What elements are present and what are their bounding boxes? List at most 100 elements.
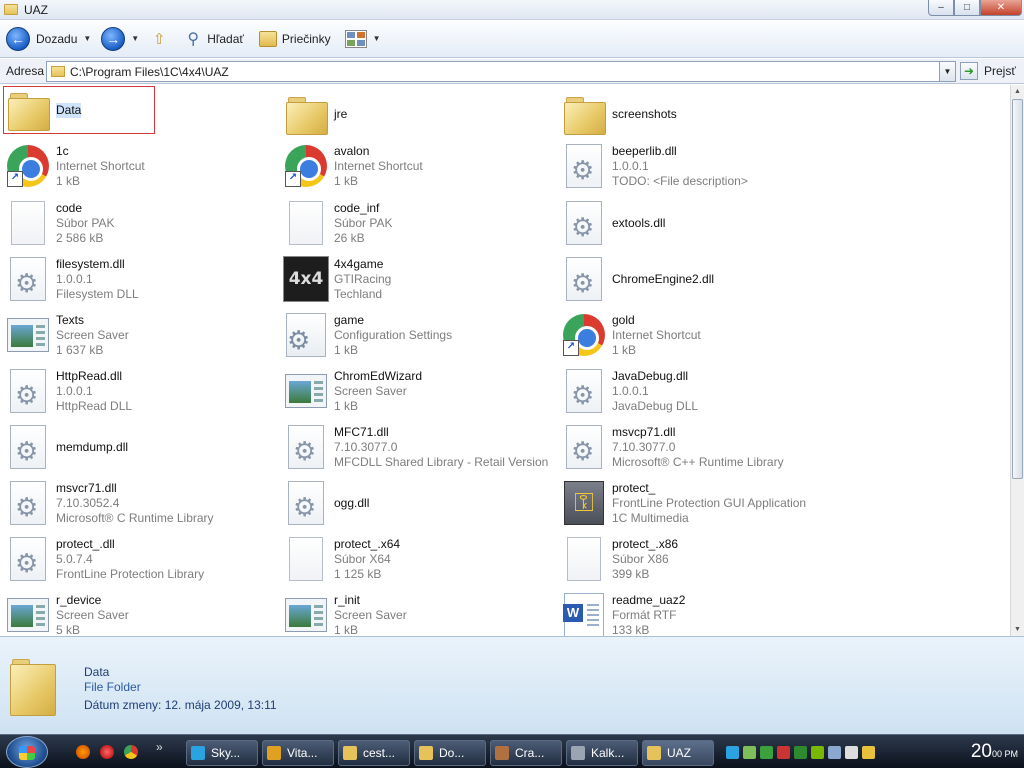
power-tray-icon[interactable] <box>862 745 875 759</box>
go-button[interactable]: ➜ Prejsť <box>960 62 1016 80</box>
file-item[interactable]: ChromeEngine2.dll <box>560 252 832 306</box>
file-item[interactable]: 1cInternet Shortcut1 kB <box>4 139 276 193</box>
address-field[interactable]: C:\Program Files\1C\4x4\UAZ ▼ <box>46 61 956 82</box>
blank-file-icon <box>567 537 601 581</box>
file-item[interactable]: gameConfiguration Settings1 kB <box>282 308 554 362</box>
scroll-down-arrow-icon[interactable]: ▼ <box>1011 623 1024 636</box>
file-item[interactable]: readme_uaz2Formát RTF133 kB <box>560 588 832 636</box>
file-item[interactable]: screenshots <box>560 87 832 141</box>
file-item[interactable]: Texts Screen Saver 1 637 kB <box>4 308 276 362</box>
chrome-shortcut-icon <box>7 145 49 187</box>
file-item[interactable]: protect_.x64 Súbor X64 1 125 kB <box>282 532 554 586</box>
quick-launch-firefox-icon[interactable] <box>76 745 90 759</box>
folder-icon <box>4 4 18 15</box>
vertical-scrollbar[interactable]: ▲ ▼ <box>1010 85 1024 636</box>
forward-button[interactable]: → ▼ <box>101 26 139 51</box>
monitor-tray-icon[interactable] <box>828 745 841 759</box>
scrollbar-thumb[interactable] <box>1012 99 1023 479</box>
address-dropdown-button[interactable]: ▼ <box>939 62 955 81</box>
file-item[interactable]: avalonInternet Shortcut1 kB <box>282 139 554 193</box>
file-name: r_init <box>334 592 361 607</box>
file-item[interactable]: ogg.dll <box>282 476 554 530</box>
file-detail: TODO: <File description> <box>612 173 748 188</box>
file-detail: 1 kB <box>334 173 359 188</box>
file-detail: 7.10.3077.0 <box>612 439 676 454</box>
up-folder-button[interactable]: ⇧ <box>149 29 169 49</box>
file-detail: HttpRead DLL <box>56 398 133 413</box>
file-detail: 1C Multimedia <box>612 510 689 525</box>
file-item[interactable]: extools.dll <box>560 196 832 250</box>
file-name: avalon <box>334 143 370 158</box>
start-button[interactable] <box>6 736 48 768</box>
quick-launch-chrome-icon[interactable] <box>124 745 138 759</box>
file-item[interactable]: r_device Screen Saver 5 kB <box>4 588 276 636</box>
sound-tray-icon[interactable] <box>845 745 858 759</box>
file-detail: Internet Shortcut <box>56 158 145 173</box>
folders-icon <box>258 30 277 47</box>
file-detail: Screen Saver <box>334 607 407 622</box>
file-item[interactable]: r_init Screen Saver 1 kB <box>282 588 554 636</box>
file-item[interactable]: protect_.x86 Súbor X86 399 kB <box>560 532 832 586</box>
clock[interactable]: 2000 PM <box>971 741 1018 763</box>
taskbar-button[interactable]: UAZ <box>642 740 714 766</box>
address-path[interactable]: C:\Program Files\1C\4x4\UAZ <box>70 65 229 79</box>
file-detail: Screen Saver <box>56 607 129 622</box>
file-item[interactable]: memdump.dll <box>4 420 276 474</box>
clock-suffix: 00 PM <box>991 749 1018 759</box>
sync-tray-icon[interactable] <box>760 745 773 759</box>
minimize-button[interactable]: – <box>928 0 954 16</box>
screensaver-icon <box>7 318 49 352</box>
skype-tray-icon[interactable] <box>726 745 739 759</box>
quick-launch-opera-icon[interactable] <box>100 745 114 759</box>
file-item[interactable]: code_inf Súbor PAK 26 kB <box>282 196 554 250</box>
file-detail: 7.10.3052.4 <box>56 495 120 510</box>
file-detail: 26 kB <box>334 230 365 245</box>
file-item[interactable]: goldInternet Shortcut1 kB <box>560 308 832 362</box>
taskbar-button[interactable]: Kalk... <box>566 740 638 766</box>
folders-button[interactable]: Priečinky <box>258 29 331 49</box>
chevron-down-icon[interactable]: ▼ <box>373 34 381 43</box>
file-name: JavaDebug.dll <box>612 368 689 383</box>
chevron-down-icon[interactable]: ▼ <box>83 34 91 43</box>
file-detail: 5.0.7.4 <box>56 551 93 566</box>
file-item[interactable]: ⚿ protect_ FrontLine Protection GUI Applic… <box>560 476 832 530</box>
taskbar-button[interactable]: Do... <box>414 740 486 766</box>
close-button[interactable]: ✕ <box>980 0 1022 16</box>
file-item[interactable]: ChromEdWizard Screen Saver 1 kB <box>282 364 554 418</box>
taskbar-button[interactable]: Cra... <box>490 740 562 766</box>
search-button[interactable]: ⚲ Hľadať <box>183 29 244 49</box>
views-button[interactable]: ▼ <box>344 29 381 48</box>
file-detail: 2 586 kB <box>56 230 104 245</box>
file-item[interactable]: beeperlib.dll1.0.0.1TODO: <File descript… <box>560 139 832 193</box>
scroll-up-arrow-icon[interactable]: ▲ <box>1011 85 1024 98</box>
file-item[interactable]: HttpRead.dll1.0.0.1HttpRead DLL <box>4 364 276 418</box>
network-tray-icon[interactable] <box>743 745 756 759</box>
nvidia-tray-icon[interactable] <box>811 745 824 759</box>
file-item[interactable]: JavaDebug.dll1.0.0.1JavaDebug DLL <box>560 364 832 418</box>
file-name: screenshots <box>612 106 677 121</box>
taskbar-button[interactable]: cest... <box>338 740 410 766</box>
file-detail: Microsoft® C Runtime Library <box>56 510 214 525</box>
back-button[interactable]: ← Dozadu ▼ <box>6 26 91 51</box>
taskbar-button[interactable]: Vita... <box>262 740 334 766</box>
file-item[interactable]: protect_.dll5.0.7.4FrontLine Protection … <box>4 532 276 586</box>
file-item[interactable]: 4x4 4x4game GTIRacing Techland <box>282 252 554 306</box>
antivirus-tray-icon[interactable] <box>794 745 807 759</box>
file-detail: Súbor PAK <box>334 215 393 230</box>
file-item[interactable]: Data <box>3 86 155 134</box>
file-item[interactable]: msvcr71.dll7.10.3052.4Microsoft® C Runti… <box>4 476 276 530</box>
file-item[interactable]: jre <box>282 87 554 141</box>
taskbar-button-label: Vita... <box>287 746 318 760</box>
file-item[interactable]: code Súbor PAK 2 586 kB <box>4 196 276 250</box>
file-detail: 1.0.0.1 <box>612 158 649 173</box>
chevron-down-icon[interactable]: ▼ <box>131 34 139 43</box>
file-item[interactable]: MFC71.dll7.10.3077.0MFCDLL Shared Librar… <box>282 420 554 474</box>
shield-tray-icon[interactable] <box>777 745 790 759</box>
file-item[interactable]: msvcp71.dll7.10.3077.0Microsoft® C++ Run… <box>560 420 832 474</box>
quick-launch <box>76 745 138 759</box>
maximize-button[interactable]: □ <box>954 0 980 16</box>
file-detail: Screen Saver <box>334 383 407 398</box>
quick-launch-more-icon[interactable]: » <box>156 740 163 754</box>
file-item[interactable]: filesystem.dll1.0.0.1Filesystem DLL <box>4 252 276 306</box>
taskbar-button[interactable]: Sky... <box>186 740 258 766</box>
